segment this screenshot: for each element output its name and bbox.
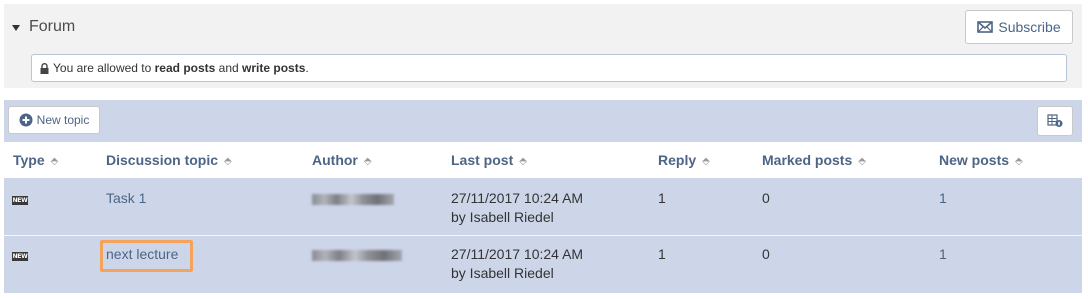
table-settings-icon [1047,114,1063,127]
column-header-type-label: Type [13,152,45,168]
column-header-last-post-label: Last post [451,152,514,168]
column-header-last-post[interactable]: Last post ⬘ [451,152,527,168]
permission-write: write posts [242,61,306,75]
plus-circle-icon [19,113,33,127]
reply-count: 1 [658,246,666,262]
marked-posts-count: 0 [762,246,770,262]
last-post-date: 27/11/2017 10:24 AM [451,246,584,262]
column-header-reply[interactable]: Reply ⬘ [658,152,710,168]
topic-link[interactable]: next lecture [106,246,178,262]
column-header-new-posts-label: New posts [939,152,1010,168]
column-header-marked-posts-label: Marked posts [762,152,853,168]
column-header-author-label: Author [312,152,358,168]
sort-icon: ⬘ [858,156,866,167]
envelope-icon [977,21,994,33]
sort-icon: ⬘ [702,156,710,167]
sort-icon: ⬘ [1015,156,1023,167]
last-post-date: 27/11/2017 10:24 AM [451,190,584,206]
last-post-author: by Isabell Riedel [451,209,554,225]
column-header-type[interactable]: Type ⬘ [13,152,58,168]
caret-down-icon [12,24,20,31]
topic-link[interactable]: Task 1 [106,190,146,206]
permission-and: and [218,61,239,75]
permission-prefix: You are allowed to [53,61,152,75]
column-header-reply-label: Reply [658,152,697,168]
table-toolbar: New topic [4,100,1082,142]
author-redacted [312,194,394,205]
author-redacted [312,250,402,261]
column-header-topic[interactable]: Discussion topic ⬘ [106,152,232,168]
marked-posts-count: 0 [762,190,770,206]
table-row: NEW next lecture 27/11/2017 10:24 AM by … [4,235,1082,290]
last-post-author: by Isabell Riedel [451,265,554,281]
permission-suffix: . [305,61,309,75]
column-header-new-posts[interactable]: New posts ⬘ [939,152,1023,168]
topics-table-panel: New topic Type ⬘ Discussion topic ⬘ Author… [4,100,1082,293]
new-topic-label: New topic [36,113,90,127]
table-row: NEW Task 1 27/11/2017 10:24 AM by Isabel… [4,180,1082,235]
new-posts-link[interactable]: 1 [939,190,947,206]
reply-count: 1 [658,190,666,206]
column-header-topic-label: Discussion topic [106,152,219,168]
column-header-author[interactable]: Author ⬘ [312,152,372,168]
forum-title: Forum [29,18,76,35]
permission-read: read posts [154,61,216,75]
sort-icon: ⬘ [224,156,232,167]
table-settings-button[interactable] [1037,106,1073,136]
new-topic-button[interactable]: New topic [8,106,100,134]
lock-icon [40,62,49,74]
new-badge-icon: NEW [12,196,28,205]
new-badge-icon: NEW [12,252,28,261]
forum-panel: Forum Subscribe You are allowed to read … [4,4,1082,88]
sort-icon: ⬘ [50,156,59,167]
column-header-marked-posts[interactable]: Marked posts ⬘ [762,152,866,168]
forum-collapse-toggle[interactable]: Forum [12,18,75,36]
subscribe-button[interactable]: Subscribe [965,10,1073,44]
table-header-row: Type ⬘ Discussion topic ⬘ Author ⬘ Last pos… [4,142,1082,178]
sort-icon: ⬘ [519,156,527,167]
subscribe-label: Subscribe [998,19,1061,35]
sort-icon: ⬘ [363,156,372,167]
new-posts-link[interactable]: 1 [939,246,947,262]
permission-notice: You are allowed to read posts and write … [31,54,1067,82]
